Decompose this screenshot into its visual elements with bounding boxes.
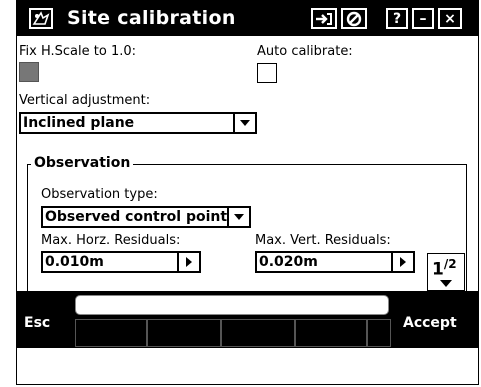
- page-current: 1: [432, 259, 444, 280]
- window-title: Site calibration: [67, 7, 236, 29]
- help-label: ?: [392, 10, 402, 27]
- softkey-slot[interactable]: [295, 319, 367, 347]
- max-vert-value: 0.020m: [259, 254, 318, 270]
- max-vert-label: Max. Vert. Residuals:: [255, 233, 391, 248]
- observation-legend: Observation: [31, 155, 134, 171]
- auto-calibrate-checkbox[interactable]: [257, 63, 277, 83]
- minimize-label: –: [419, 10, 427, 27]
- app-icon[interactable]: [29, 8, 53, 29]
- title-bar: Site calibration ? – ×: [17, 1, 478, 36]
- max-horz-input[interactable]: 0.010m: [41, 251, 201, 273]
- vertical-adjustment-value: Inclined plane: [23, 115, 135, 131]
- softkey-slot[interactable]: [367, 319, 391, 347]
- observation-type-value: Observed control point: [45, 209, 228, 225]
- observation-type-dropdown[interactable]: Observed control point: [41, 206, 251, 228]
- chevron-right-icon[interactable]: [391, 253, 413, 271]
- accept-button[interactable]: Accept: [403, 315, 457, 331]
- help-icon[interactable]: ?: [386, 8, 408, 29]
- fix-hscale-label: Fix H.Scale to 1.0:: [19, 44, 136, 59]
- calibration-window: Site calibration ? – × Fix H.Scale to 1.…: [16, 0, 479, 385]
- max-horz-label: Max. Horz. Residuals:: [41, 233, 181, 248]
- softkey-slot[interactable]: [75, 319, 147, 347]
- close-label: ×: [444, 10, 456, 27]
- max-horz-value: 0.010m: [45, 254, 104, 270]
- vertical-adjustment-dropdown[interactable]: Inclined plane: [19, 112, 257, 134]
- page-toggle-button[interactable]: 1/2: [427, 253, 465, 291]
- chevron-right-icon[interactable]: [177, 253, 199, 271]
- fix-hscale-checkbox[interactable]: [19, 62, 39, 82]
- chevron-down-icon[interactable]: [227, 208, 249, 226]
- page-total: 2: [448, 257, 457, 271]
- softkey-bar: Esc Accept: [17, 291, 478, 348]
- cancel-icon[interactable]: [341, 8, 367, 29]
- auto-calibrate-label: Auto calibrate:: [257, 44, 353, 59]
- import-icon[interactable]: [311, 8, 337, 29]
- softkey-slot[interactable]: [221, 319, 295, 347]
- close-icon[interactable]: ×: [438, 8, 462, 29]
- max-vert-input[interactable]: 0.020m: [255, 251, 415, 273]
- chevron-down-icon[interactable]: [233, 114, 255, 132]
- softkey-slot[interactable]: [147, 319, 221, 347]
- observation-type-label: Observation type:: [41, 187, 158, 202]
- vertical-adjustment-label: Vertical adjustment:: [19, 93, 151, 108]
- status-field: [75, 295, 389, 315]
- esc-button[interactable]: Esc: [24, 315, 50, 331]
- minimize-icon[interactable]: –: [412, 8, 434, 29]
- chevron-down-icon: [440, 280, 452, 287]
